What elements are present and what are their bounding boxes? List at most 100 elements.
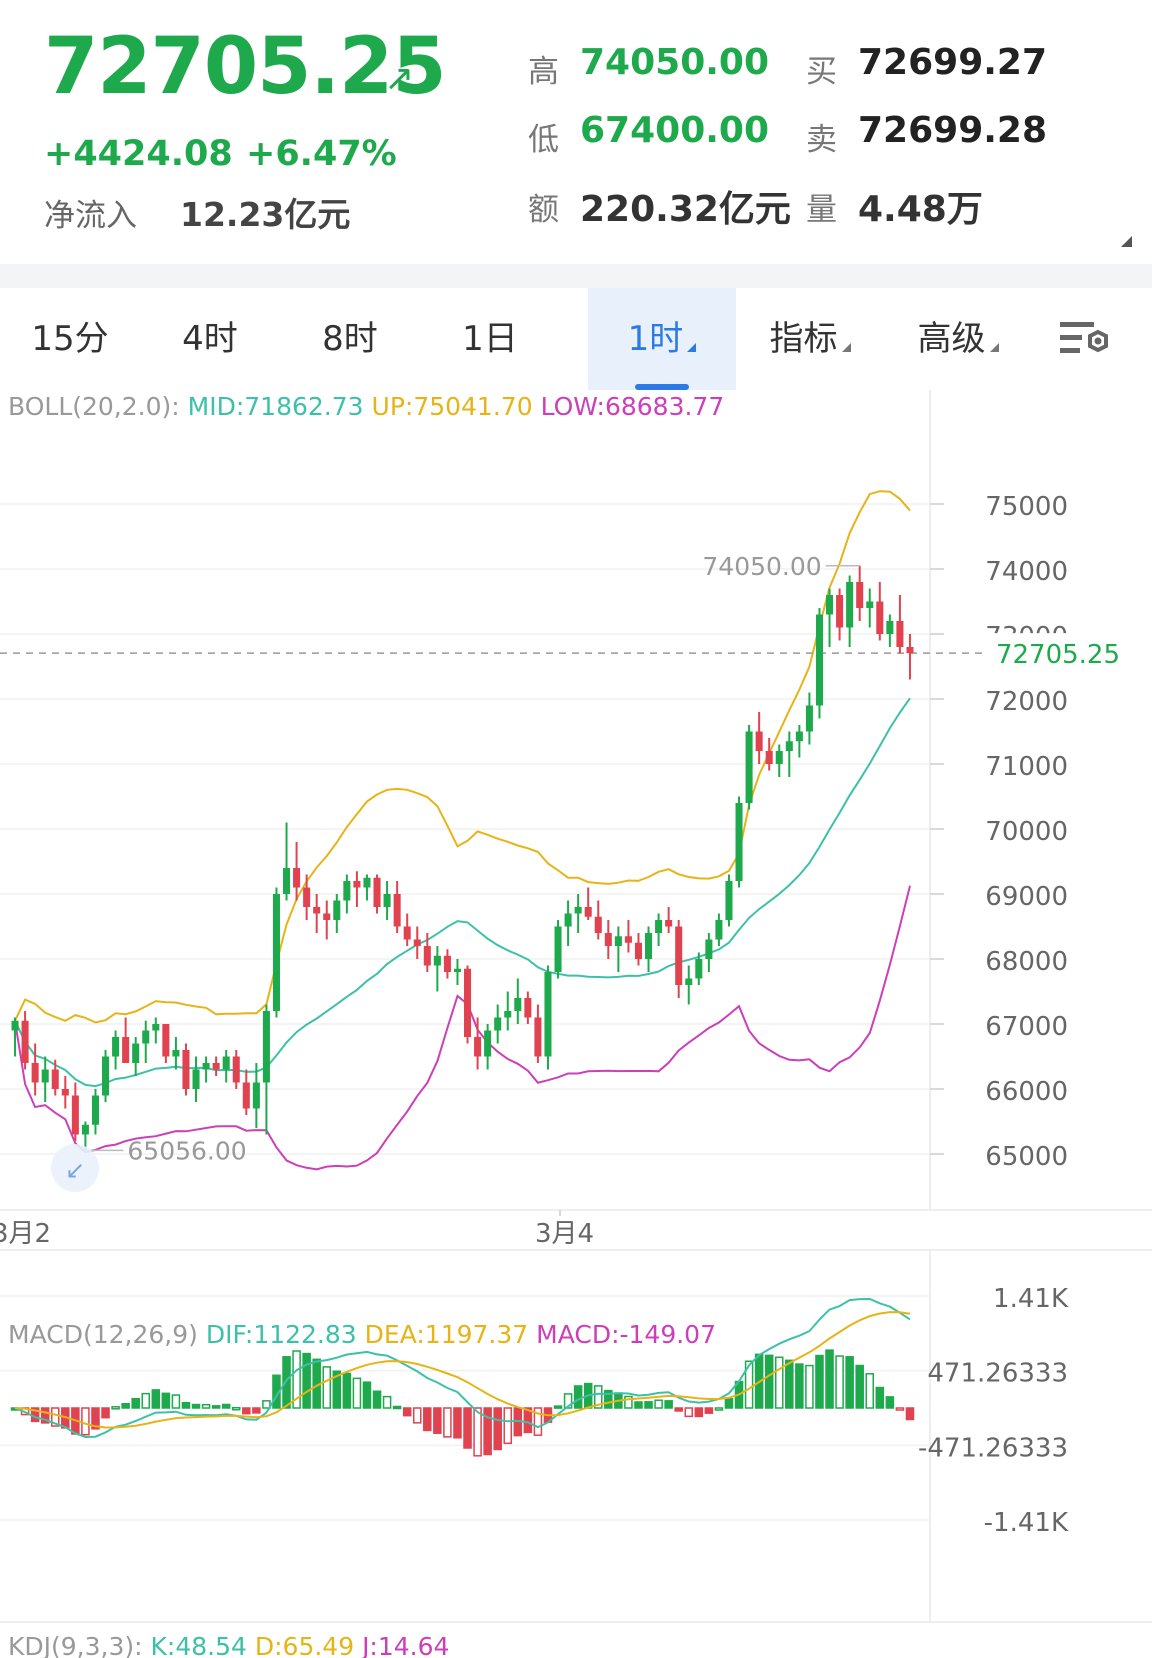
- candle-body: [896, 621, 904, 647]
- candle-body: [544, 972, 552, 1057]
- candle-body: [363, 877, 371, 888]
- candle-body: [333, 900, 341, 920]
- candle-body: [192, 1069, 200, 1089]
- candle-body: [836, 595, 844, 628]
- candle-body: [343, 881, 351, 901]
- expand-icon[interactable]: [1121, 236, 1132, 247]
- net-inflow-label: 净流入: [44, 198, 137, 234]
- candle-body: [584, 907, 592, 917]
- sell-label: 卖: [806, 122, 837, 158]
- candle-body: [685, 978, 693, 985]
- candle-body: [604, 933, 612, 946]
- candle-body: [534, 1017, 542, 1057]
- macd-axis-label: -471.26333: [918, 1433, 1068, 1463]
- candle-body: [81, 1124, 89, 1135]
- price-axis-label: 66000: [985, 1077, 1068, 1107]
- high-label: 高: [528, 54, 559, 90]
- macd-histogram-bar: [875, 1386, 885, 1409]
- macd-histogram-bar: [382, 1395, 392, 1409]
- candle-body: [323, 913, 331, 920]
- price-change: +4424.08: [44, 134, 233, 174]
- candle-body: [725, 881, 733, 920]
- macd-histogram-bar: [181, 1401, 191, 1409]
- candle-body: [474, 1037, 482, 1057]
- macd-histogram-bar: [674, 1407, 683, 1412]
- candle-body: [122, 1037, 130, 1063]
- candle-body: [393, 894, 401, 927]
- candle-body: [795, 731, 803, 742]
- candle-body: [614, 936, 622, 946]
- candle-body: [856, 582, 864, 608]
- candle-body: [443, 955, 451, 972]
- candle-body: [484, 1030, 492, 1057]
- tab-4h[interactable]: 4时: [140, 288, 280, 390]
- candle-body: [624, 936, 632, 943]
- chart-settings-icon[interactable]: [1058, 318, 1112, 362]
- macd-histogram-bar: [805, 1364, 814, 1409]
- macd-histogram-bar: [684, 1407, 694, 1418]
- interval-tabs: 15分 4时 8时 1日 1时 指标 高级: [0, 288, 1152, 390]
- candle-body: [494, 1017, 502, 1031]
- macd-histogram-bar: [473, 1407, 482, 1457]
- candle-body: [202, 1063, 210, 1070]
- current-price-tag: 72705.25: [996, 640, 1120, 670]
- candle-body: [785, 741, 793, 751]
- macd-histogram-bar: [141, 1392, 151, 1409]
- candle-body: [112, 1037, 120, 1057]
- price-axis-label: 65000: [985, 1142, 1068, 1172]
- macd-histogram-bar: [372, 1390, 382, 1409]
- macd-histogram-bar: [704, 1407, 714, 1414]
- macd-histogram-bar: [714, 1407, 724, 1411]
- candle-body: [554, 926, 562, 972]
- candle-body: [232, 1056, 240, 1083]
- macd-histogram-bar: [654, 1399, 663, 1409]
- tab-1h[interactable]: 1时: [588, 288, 736, 390]
- low-value: 67400.00: [580, 110, 770, 151]
- macd-histogram-bar: [352, 1377, 362, 1409]
- candle-body: [846, 582, 854, 628]
- high-marker-label: 74050.00: [702, 552, 821, 581]
- candle-body: [313, 907, 321, 914]
- macd-histogram-bar: [131, 1397, 140, 1409]
- macd-histogram-bar: [644, 1401, 653, 1409]
- macd-histogram-bar: [453, 1407, 462, 1439]
- candle-body: [283, 868, 291, 894]
- candle-body: [91, 1095, 99, 1125]
- macd-histogram-bar: [101, 1407, 110, 1419]
- candle-body: [11, 1020, 19, 1031]
- macd-histogram-bar: [423, 1407, 432, 1432]
- up-arrow-icon: ↗: [384, 58, 415, 99]
- macd-histogram-bar: [231, 1406, 241, 1411]
- candle-body: [815, 614, 823, 706]
- tab-advanced[interactable]: 高级: [884, 288, 1032, 390]
- kline-chart-area[interactable]: BOLL(20,2.0): MID:71862.73 UP:75041.70 L…: [0, 390, 1152, 1658]
- macd-histogram-bar: [493, 1407, 502, 1451]
- macd-histogram-bar: [795, 1363, 804, 1409]
- volume-label: 量: [806, 192, 837, 228]
- macd-histogram-bar: [724, 1398, 734, 1409]
- low-label: 低: [528, 122, 559, 158]
- macd-histogram-bar: [412, 1407, 422, 1424]
- dropdown-icon: [989, 343, 999, 352]
- candle-body: [805, 705, 813, 732]
- candle-body: [433, 955, 441, 966]
- macd-histogram-bar: [302, 1352, 311, 1409]
- macd-histogram-bar: [191, 1403, 201, 1409]
- price-axis-label: 71000: [985, 752, 1068, 782]
- candle-body: [51, 1069, 59, 1089]
- candle-body: [152, 1024, 160, 1031]
- candle-body: [906, 647, 914, 654]
- tab-8h[interactable]: 8时: [280, 288, 420, 390]
- macd-histogram-bar: [825, 1349, 834, 1409]
- candle-body: [755, 731, 763, 751]
- zoom-arrow-icon: ↙: [65, 1156, 85, 1184]
- macd-histogram-bar: [785, 1359, 794, 1409]
- candle-body: [675, 926, 683, 985]
- candle-body: [574, 907, 582, 914]
- tab-indicators[interactable]: 指标: [736, 288, 884, 390]
- candle-body: [453, 968, 461, 972]
- candle-body: [866, 601, 874, 608]
- tab-15min[interactable]: 15分: [0, 288, 140, 390]
- tab-1d[interactable]: 1日: [420, 288, 560, 390]
- candle-body: [504, 1011, 512, 1018]
